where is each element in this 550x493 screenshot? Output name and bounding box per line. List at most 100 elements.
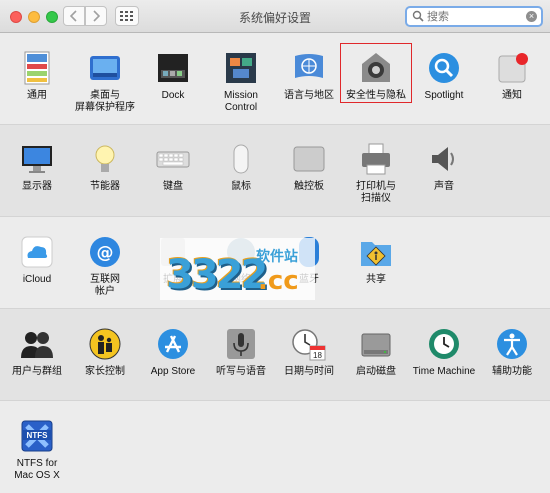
pane-mission-control[interactable]: Mission Control — [206, 50, 276, 114]
svg-text:@: @ — [97, 243, 114, 263]
pane-label: 触控板 — [294, 181, 324, 192]
ntfs-icon: NTFS — [21, 420, 53, 452]
pane-label: 辅助功能 — [492, 366, 532, 377]
forward-button[interactable] — [85, 6, 107, 26]
pane-notifications[interactable]: 通知 — [477, 50, 547, 102]
pane-label: Mission Control — [224, 90, 258, 113]
spotlight-icon — [429, 53, 459, 83]
accessibility-icon — [497, 329, 527, 359]
minimize-button[interactable] — [28, 11, 40, 23]
pane-keyboard[interactable]: 键盘 — [138, 141, 208, 193]
displays-icon — [22, 146, 52, 173]
pane-general[interactable]: 通用 — [2, 50, 72, 102]
pane-internet-accounts[interactable]: @ 互联网 帐户 — [70, 234, 140, 298]
printers-scanners-icon — [362, 143, 390, 175]
startup-disk-icon — [361, 333, 391, 357]
app-store-icon — [158, 329, 188, 359]
pane-label: 通用 — [27, 90, 47, 101]
window-title: 系统偏好设置 — [238, 11, 311, 25]
pane-label: 节能器 — [90, 181, 120, 192]
sound-icon — [432, 147, 454, 171]
title-bar: 系统偏好设置 × — [0, 0, 550, 33]
pane-mouse[interactable]: 鼠标 — [206, 141, 276, 193]
ntfs-badge: NTFS — [27, 431, 49, 440]
pane-label: 日期与时间 — [284, 366, 334, 377]
trackpad-icon — [293, 146, 325, 172]
grid-icon — [120, 11, 133, 21]
parental-controls-icon — [89, 328, 121, 360]
users-groups-icon — [21, 332, 53, 358]
pane-sharing[interactable]: 共享 — [341, 234, 411, 286]
pane-label: 键盘 — [163, 181, 183, 192]
pane-startup-disk[interactable]: 启动磁盘 — [341, 326, 411, 378]
pane-label: NTFS for Mac OS X — [14, 458, 60, 481]
pane-label: Dock — [161, 90, 185, 101]
watermark-digits: 3322 — [166, 252, 268, 298]
pane-label: 打印机与 扫描仪 — [356, 181, 396, 204]
pane-label: 共享 — [366, 274, 386, 285]
pane-ntfs[interactable]: NTFS NTFS for Mac OS X — [2, 418, 72, 482]
pane-label: 互联网 帐户 — [90, 274, 120, 297]
pane-label: 通知 — [502, 90, 522, 101]
dictation-speech-icon — [227, 329, 255, 359]
search-icon — [412, 10, 424, 22]
pane-label: 声音 — [434, 181, 454, 192]
desktop-screensaver-icon — [90, 56, 120, 80]
section-other — [0, 400, 550, 493]
icloud-icon — [21, 236, 53, 268]
pane-label: Spotlight — [424, 90, 464, 101]
pane-users[interactable]: 用户与群组 — [2, 326, 72, 378]
pane-label: 语言与地区 — [284, 90, 334, 101]
pane-dock[interactable]: Dock — [138, 50, 208, 102]
internet-accounts-icon: @ — [90, 237, 120, 267]
pane-label: 鼠标 — [231, 181, 251, 192]
zoom-button[interactable] — [46, 11, 58, 23]
pane-accessibility[interactable]: 辅助功能 — [477, 326, 547, 378]
pane-label: 启动磁盘 — [356, 366, 396, 377]
pane-dictation[interactable]: 听写与语音 — [206, 326, 276, 378]
watermark-domain: .cc — [258, 266, 299, 296]
pane-desktop[interactable]: 桌面与 屏幕保护程序 — [70, 50, 140, 114]
pane-parental[interactable]: 家长控制 — [70, 326, 140, 378]
pane-displays[interactable]: 显示器 — [2, 141, 72, 193]
pane-label: 显示器 — [22, 181, 52, 192]
pane-energy[interactable]: 节能器 — [70, 141, 140, 193]
time-machine-icon — [429, 329, 459, 359]
sharing-icon — [361, 242, 391, 266]
chevron-left-icon — [70, 10, 77, 22]
pane-label: 桌面与 屏幕保护程序 — [75, 90, 135, 113]
pane-label: 家长控制 — [85, 366, 125, 377]
close-button[interactable] — [10, 11, 22, 23]
mission-control-icon — [226, 53, 256, 83]
clear-search-icon[interactable]: × — [526, 11, 537, 22]
pane-icloud[interactable]: iCloud — [2, 234, 72, 286]
pane-label: App Store — [150, 366, 196, 377]
pane-printers[interactable]: 打印机与 扫描仪 — [341, 141, 411, 205]
pane-sound[interactable]: 声音 — [409, 141, 479, 193]
watermark-brand: 软件站 — [256, 248, 298, 264]
pane-label: Time Machine — [412, 366, 476, 377]
mouse-icon — [233, 144, 249, 174]
search-field[interactable]: × — [405, 6, 543, 27]
pane-spotlight[interactable]: Spotlight — [409, 50, 479, 102]
pane-label: 用户与群组 — [12, 366, 62, 377]
pane-trackpad[interactable]: 触控板 — [274, 141, 344, 193]
chevron-right-icon — [93, 10, 100, 22]
back-button[interactable] — [63, 6, 85, 26]
notifications-icon — [498, 53, 528, 83]
pane-language[interactable]: 语言与地区 — [274, 50, 344, 102]
calendar-day: 18 — [313, 351, 322, 360]
pane-time-machine[interactable]: Time Machine — [409, 326, 479, 378]
dock-icon — [158, 54, 188, 82]
general-icon — [24, 51, 50, 85]
pane-app-store[interactable]: App Store — [138, 326, 208, 378]
pane-label: 听写与语音 — [216, 366, 266, 377]
pane-date-time[interactable]: 18 日期与时间 — [274, 326, 344, 378]
keyboard-icon — [156, 151, 190, 168]
energy-saver-icon — [95, 145, 115, 172]
date-time-icon: 18 — [292, 329, 326, 361]
search-input[interactable] — [427, 9, 523, 24]
pane-label: iCloud — [22, 274, 52, 285]
language-region-icon — [295, 54, 323, 78]
show-all-button[interactable] — [115, 6, 139, 26]
